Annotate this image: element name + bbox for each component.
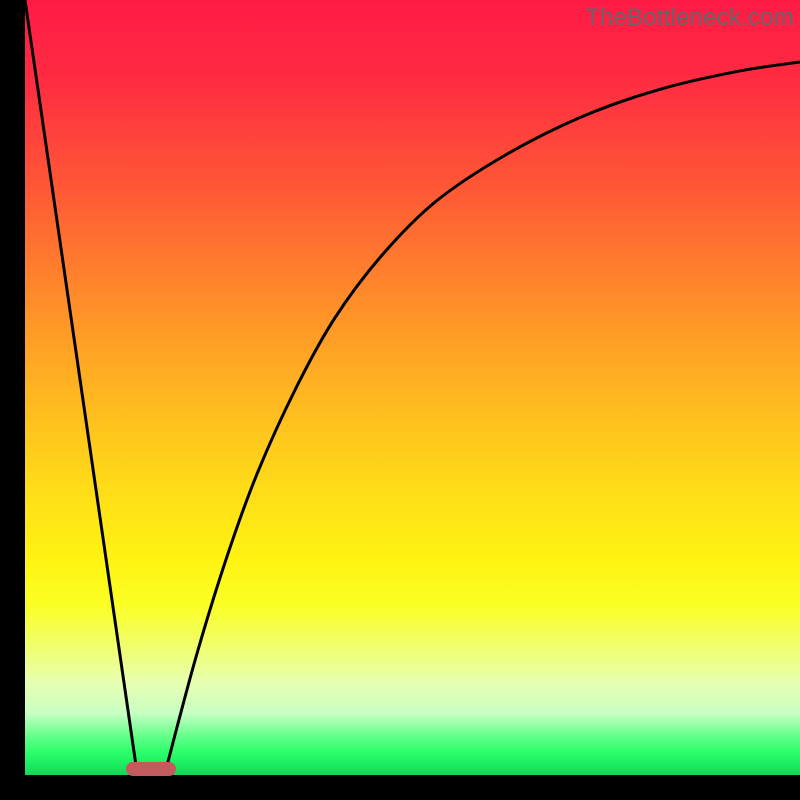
bottleneck-curve	[25, 0, 800, 775]
chart-frame: TheBottleneck.com	[0, 0, 800, 800]
plot-area: TheBottleneck.com	[25, 0, 800, 775]
curve-left-branch	[25, 0, 137, 775]
curve-right-branch	[165, 62, 800, 775]
optimal-marker	[126, 762, 176, 776]
